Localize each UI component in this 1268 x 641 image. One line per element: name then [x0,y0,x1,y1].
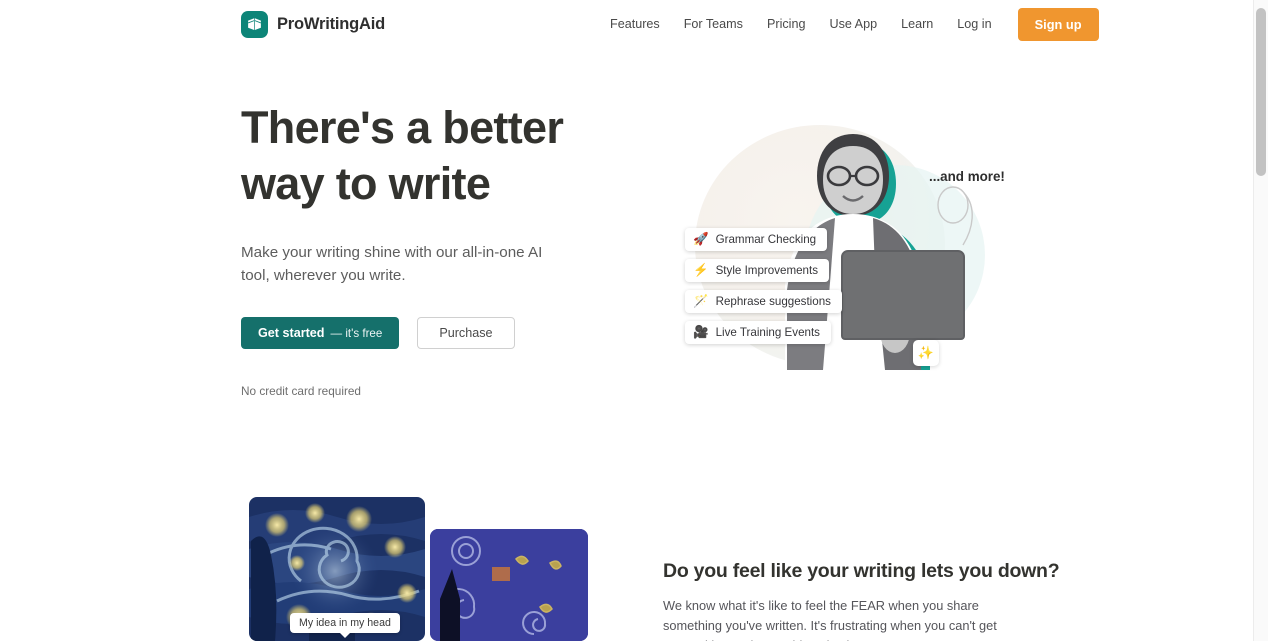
nav-link-log-in[interactable]: Log in [945,10,1003,39]
feature-chip-list: 🚀 Grammar Checking ⚡ Style Improvements … [685,228,842,344]
purchase-button[interactable]: Purchase [417,317,515,349]
feature-chip-rephrase-suggestions: 🪄 Rephrase suggestions [685,290,842,313]
hero-illustration: ...and more! ✨ 🚀 Grammar Checking ⚡ Styl… [655,95,1015,385]
scrollbar-thumb[interactable] [1256,8,1266,176]
nav-link-features[interactable]: Features [598,10,672,39]
section-feel-lets-you-down: Do you feel like your writing lets you d… [663,560,1063,641]
hero-subtitle: Make your writing shine with our all-in-… [241,244,543,284]
get-started-sublabel: — it's free [330,326,383,340]
hero-copy: There's a better way to write Make your … [241,100,641,398]
hero-title-line-1: There's a better [241,102,564,153]
lightning-icon: ⚡ [693,263,709,278]
laptop-icon [841,250,965,340]
hero-title-line-2: way to write [241,158,491,209]
site-header: ProWritingAid Features For Teams Pricing… [0,0,1253,48]
sparkles-icon: ✨ [913,340,939,366]
image-caption-bubble: My idea in my head [290,613,400,638]
feature-chip-label: Live Training Events [715,326,820,339]
rocket-icon: 🚀 [693,232,709,247]
magic-wand-icon: 🪄 [693,294,709,309]
feature-chip-label: Style Improvements [715,264,819,277]
feature-chip-style-improvements: ⚡ Style Improvements [685,259,830,282]
brand-name: ProWritingAid [277,15,386,33]
section-body: We know what it's like to feel the FEAR … [663,598,997,641]
nav-link-pricing[interactable]: Pricing [755,10,818,39]
nav-link-learn[interactable]: Learn [889,10,945,39]
hero-actions: Get started — it's free Purchase [241,317,641,349]
balloon-doodle-icon [937,186,973,246]
nav-link-use-app[interactable]: Use App [817,10,889,39]
sign-up-button[interactable]: Sign up [1017,7,1099,41]
hero-title: There's a better way to write [241,100,641,212]
page-scrollbar[interactable] [1253,0,1268,641]
main-navigation: Features For Teams Pricing Use App Learn… [598,0,1099,48]
simplified-painting-card [430,529,588,641]
feature-chip-live-training-events: 🎥 Live Training Events [685,321,831,344]
no-credit-card-note: No credit card required [241,384,361,398]
nav-link-for-teams[interactable]: For Teams [672,10,755,39]
book-pages-icon [241,11,268,38]
and-more-label: ...and more! [929,169,1005,184]
section-title: Do you feel like your writing lets you d… [663,560,1060,582]
feature-chip-grammar-checking: 🚀 Grammar Checking [685,228,828,251]
video-camera-icon: 🎥 [693,325,709,340]
get-started-label: Get started [258,326,325,340]
get-started-button[interactable]: Get started — it's free [241,317,400,349]
landing-page: ProWritingAid Features For Teams Pricing… [0,0,1268,641]
brand-logo-link[interactable]: ProWritingAid [241,11,385,38]
feature-chip-label: Rephrase suggestions [715,295,831,308]
feature-chip-label: Grammar Checking [715,233,817,246]
